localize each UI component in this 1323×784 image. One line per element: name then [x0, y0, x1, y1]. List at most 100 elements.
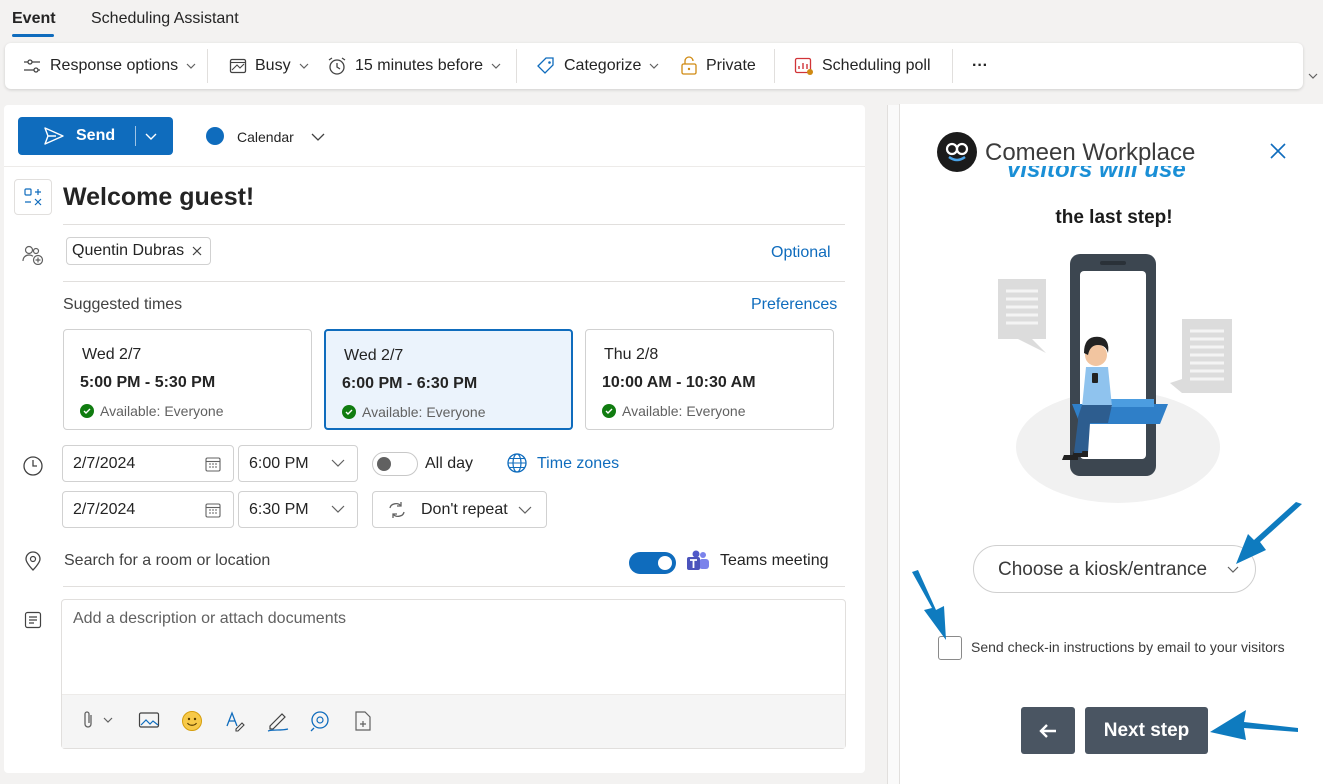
attendee-chip[interactable]: Quentin Dubras	[66, 237, 212, 265]
busy-button[interactable]: Busy	[229, 43, 309, 89]
response-options-button[interactable]: Response options	[22, 43, 196, 89]
teams-meeting-label: Teams meeting	[720, 552, 829, 569]
send-icon	[44, 127, 64, 145]
reminder-label: 15 minutes before	[355, 57, 484, 74]
tag-icon	[537, 57, 554, 74]
event-title[interactable]: Welcome guest!	[63, 183, 254, 212]
suggested-time-card[interactable]: Thu 2/8 10:00 AM - 10:30 AM Available: E…	[585, 329, 834, 430]
calendar-icon[interactable]	[205, 502, 221, 518]
busy-status-icon	[229, 58, 247, 74]
teams-meeting-toggle[interactable]	[629, 552, 676, 574]
suggested-times-label: Suggested times	[63, 296, 183, 313]
description-placeholder: Add a description or attach documents	[73, 610, 347, 627]
start-date-value: 2/7/2024	[73, 454, 136, 472]
suggested-date: Wed 2/7	[344, 347, 404, 364]
private-label: Private	[706, 57, 756, 74]
apps-grid-icon	[24, 188, 42, 206]
send-options-chevron-icon[interactable]	[143, 128, 159, 144]
start-date-field[interactable]: 2/7/2024	[62, 445, 234, 482]
attendee-name: Quentin Dubras	[72, 242, 185, 259]
availability-text: Available: Everyone	[362, 404, 486, 420]
comeen-addin-panel: Comeen Workplace visitors will use the l…	[899, 104, 1323, 784]
scheduling-poll-button[interactable]: Scheduling poll	[794, 43, 931, 89]
reminder-button[interactable]: 15 minutes before	[327, 43, 501, 89]
categorize-button[interactable]: Categorize	[536, 43, 659, 89]
suggested-date: Wed 2/7	[82, 346, 142, 363]
image-icon[interactable]	[138, 710, 160, 730]
clipped-heading: visitors will use	[1007, 166, 1222, 192]
step-heading: the last step!	[1055, 207, 1173, 228]
next-step-button[interactable]: Next step	[1085, 707, 1208, 754]
event-type-icon[interactable]	[14, 179, 52, 215]
description-editor[interactable]: Add a description or attach documents	[61, 599, 846, 749]
kiosk-entrance-dropdown[interactable]: Choose a kiosk/entrance	[973, 545, 1256, 593]
comeen-logo-icon	[937, 132, 977, 172]
formatting-toolbar	[62, 694, 845, 748]
calendar-color-dot	[206, 127, 224, 145]
add-in-icon[interactable]	[352, 710, 374, 732]
clock-icon	[23, 456, 43, 476]
suggested-date: Thu 2/8	[604, 346, 659, 363]
all-day-label: All day	[425, 455, 474, 472]
emoji-icon[interactable]	[181, 710, 203, 732]
private-button[interactable]: Private	[680, 43, 756, 89]
suggested-time-range: 6:00 PM - 6:30 PM	[342, 375, 478, 392]
chevron-down-icon	[331, 505, 345, 513]
more-options-button[interactable]: ···	[972, 43, 988, 89]
addin-brand-name: Comeen Workplace	[985, 139, 1196, 166]
alarm-clock-icon	[328, 57, 346, 75]
end-time-value: 6:30 PM	[249, 500, 309, 518]
start-time-value: 6:00 PM	[249, 454, 309, 472]
ribbon-toolbar: Response options Busy 15 minutes before …	[5, 43, 1303, 89]
tab-bar: Event Scheduling Assistant	[0, 0, 1323, 40]
start-time-field[interactable]: 6:00 PM	[238, 445, 358, 482]
optional-attendees-link[interactable]: Optional	[771, 244, 831, 262]
more-options-label: ···	[972, 57, 988, 74]
suggested-time-card-selected[interactable]: Wed 2/7 6:00 PM - 6:30 PM Available: Eve…	[324, 329, 573, 430]
tab-event[interactable]: Event	[12, 10, 56, 28]
ribbon-expand-chevron-icon[interactable]	[1307, 70, 1319, 82]
text-format-icon[interactable]	[224, 710, 246, 732]
annotation-arrow-icon	[912, 570, 946, 640]
add-people-icon	[22, 245, 44, 265]
arrow-left-icon	[1039, 723, 1056, 738]
end-date-field[interactable]: 2/7/2024	[62, 491, 234, 528]
email-instructions-label: Send check-in instructions by email to y…	[971, 639, 1285, 655]
scheduling-poll-label: Scheduling poll	[822, 57, 931, 74]
location-input[interactable]: Search for a room or location	[64, 552, 270, 570]
annotation-arrow-icon	[1236, 502, 1302, 564]
suggested-time-range: 10:00 AM - 10:30 AM	[602, 374, 756, 391]
lock-icon	[681, 56, 697, 75]
copilot-search-icon[interactable]	[309, 710, 331, 732]
repeat-dropdown[interactable]: Don't repeat	[372, 491, 547, 528]
chevron-down-icon	[491, 63, 501, 69]
remove-attendee-icon[interactable]	[192, 246, 202, 256]
kiosk-placeholder: Choose a kiosk/entrance	[998, 559, 1208, 580]
repeat-icon	[389, 501, 405, 518]
tab-scheduling-assistant[interactable]: Scheduling Assistant	[91, 10, 239, 28]
available-check-icon	[342, 405, 356, 419]
preferences-link[interactable]: Preferences	[751, 296, 837, 314]
calendar-selector-label[interactable]: Calendar	[237, 129, 294, 145]
send-button[interactable]: Send	[18, 117, 173, 155]
teams-icon	[687, 550, 709, 570]
all-day-toggle[interactable]	[372, 452, 418, 476]
end-date-value: 2/7/2024	[73, 500, 136, 518]
time-zones-link[interactable]: Time zones	[537, 455, 619, 473]
categorize-label: Categorize	[564, 57, 642, 74]
calendar-icon[interactable]	[205, 456, 221, 472]
close-icon[interactable]	[1269, 142, 1287, 160]
annotation-arrow-icon	[1210, 710, 1298, 740]
attach-icon[interactable]	[82, 710, 116, 730]
notes-icon	[24, 611, 42, 629]
back-button[interactable]	[1021, 707, 1075, 754]
event-compose-form: Send Calendar Welcome guest! Quentin Dub…	[4, 105, 865, 773]
suggested-time-card[interactable]: Wed 2/7 5:00 PM - 5:30 PM Available: Eve…	[63, 329, 312, 430]
chevron-down-icon	[649, 63, 659, 69]
available-check-icon	[602, 404, 616, 418]
suggested-time-range: 5:00 PM - 5:30 PM	[80, 374, 216, 391]
end-time-field[interactable]: 6:30 PM	[238, 491, 358, 528]
draw-pen-icon[interactable]	[266, 710, 290, 732]
chevron-down-icon[interactable]	[310, 131, 326, 143]
active-tab-indicator	[12, 34, 54, 37]
